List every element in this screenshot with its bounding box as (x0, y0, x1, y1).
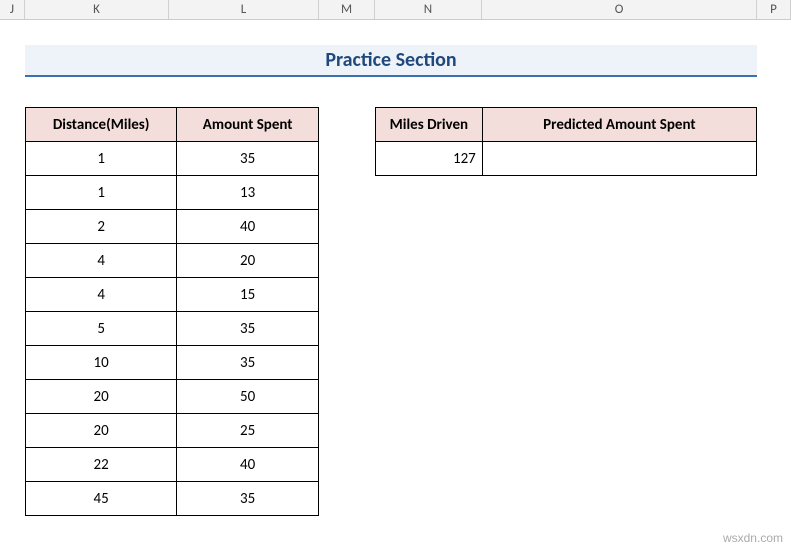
table-row: 2240 (26, 448, 319, 482)
col-header-N[interactable]: N (375, 0, 482, 19)
tables-layout: Distance(Miles) Amount Spent 135 113 240… (25, 107, 791, 516)
table-row: 1035 (26, 346, 319, 380)
cell-distance[interactable]: 10 (26, 346, 177, 380)
table-header-row: Distance(Miles) Amount Spent (26, 108, 319, 142)
table-row: 415 (26, 278, 319, 312)
cell-amount[interactable]: 13 (177, 176, 319, 210)
cell-amount[interactable]: 20 (177, 244, 319, 278)
table-row: 2050 (26, 380, 319, 414)
sheet-body: Practice Section Distance(Miles) Amount … (0, 20, 791, 516)
cell-predicted-amount[interactable] (482, 142, 756, 176)
cell-amount[interactable]: 40 (177, 448, 319, 482)
cell-distance[interactable]: 5 (26, 312, 177, 346)
distance-amount-table: Distance(Miles) Amount Spent 135 113 240… (25, 107, 319, 516)
cell-distance[interactable]: 4 (26, 278, 177, 312)
cell-amount[interactable]: 40 (177, 210, 319, 244)
cell-amount[interactable]: 35 (177, 346, 319, 380)
cell-distance[interactable]: 22 (26, 448, 177, 482)
cell-distance[interactable]: 4 (26, 244, 177, 278)
section-title-bar: Practice Section (25, 45, 757, 77)
cell-amount[interactable]: 50 (177, 380, 319, 414)
col-header-P[interactable]: P (757, 0, 791, 19)
distance-amount-table-wrap: Distance(Miles) Amount Spent 135 113 240… (25, 107, 319, 516)
table-row: 113 (26, 176, 319, 210)
cell-distance[interactable]: 20 (26, 380, 177, 414)
col-header-J[interactable]: J (0, 0, 25, 19)
prediction-table: Miles Driven Predicted Amount Spent 127 (375, 107, 757, 176)
col-header-K[interactable]: K (25, 0, 169, 19)
col-header-L[interactable]: L (169, 0, 319, 19)
cell-amount[interactable]: 25 (177, 414, 319, 448)
table-row: 240 (26, 210, 319, 244)
col-header-M[interactable]: M (319, 0, 375, 19)
table-row: 135 (26, 142, 319, 176)
header-predicted-amount[interactable]: Predicted Amount Spent (482, 108, 756, 142)
cell-amount[interactable]: 35 (177, 482, 319, 516)
watermark: wsxdn.com (723, 531, 783, 545)
table-row: 127 (376, 142, 757, 176)
header-miles-driven[interactable]: Miles Driven (376, 108, 483, 142)
table-header-row: Miles Driven Predicted Amount Spent (376, 108, 757, 142)
table-row: 535 (26, 312, 319, 346)
column-header-row: J K L M N O P (0, 0, 791, 20)
cell-amount[interactable]: 15 (177, 278, 319, 312)
section-title: Practice Section (325, 48, 456, 72)
cell-distance[interactable]: 20 (26, 414, 177, 448)
prediction-table-wrap: Miles Driven Predicted Amount Spent 127 (375, 107, 757, 176)
cell-distance[interactable]: 45 (26, 482, 177, 516)
cell-miles-driven[interactable]: 127 (376, 142, 483, 176)
cell-amount[interactable]: 35 (177, 142, 319, 176)
header-amount[interactable]: Amount Spent (177, 108, 319, 142)
table-row: 420 (26, 244, 319, 278)
table-row: 4535 (26, 482, 319, 516)
col-header-O[interactable]: O (482, 0, 757, 19)
cell-distance[interactable]: 1 (26, 176, 177, 210)
cell-amount[interactable]: 35 (177, 312, 319, 346)
cell-distance[interactable]: 1 (26, 142, 177, 176)
cell-distance[interactable]: 2 (26, 210, 177, 244)
header-distance[interactable]: Distance(Miles) (26, 108, 177, 142)
table-row: 2025 (26, 414, 319, 448)
